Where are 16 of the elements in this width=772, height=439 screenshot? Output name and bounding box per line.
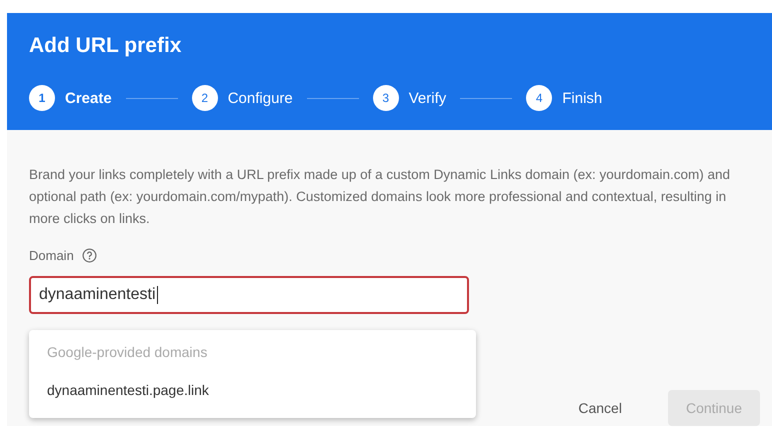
step-number: 2 [192, 85, 218, 111]
dialog-title: Add URL prefix [29, 33, 182, 59]
field-label: Domain [29, 248, 74, 263]
domain-field[interactable]: dynaaminentesti [29, 276, 469, 314]
step-label: Verify [408, 90, 446, 106]
step-label: Configure [228, 90, 293, 106]
step-number: 3 [372, 85, 399, 111]
dialog-button[interactable]: Cancel [560, 390, 640, 426]
step-label: Finish [562, 90, 602, 106]
help-icon[interactable] [82, 248, 97, 263]
menu-heading: Google-provided domains [46, 344, 208, 362]
step-number: 1 [29, 85, 55, 111]
description: Brand your links completely with a URL prefix made up of a custom Dynamic Links domain (ex: yourdomain.com) and optional path (ex: yourdomain.com/mypath). Customized domains look more professional and contextual, resulting in more clicks on links. [29, 166, 732, 228]
step-number: 4 [526, 85, 552, 111]
menu-option[interactable]: dynaaminentesti.page.link [29, 370, 476, 406]
step-label: Create [65, 90, 112, 106]
